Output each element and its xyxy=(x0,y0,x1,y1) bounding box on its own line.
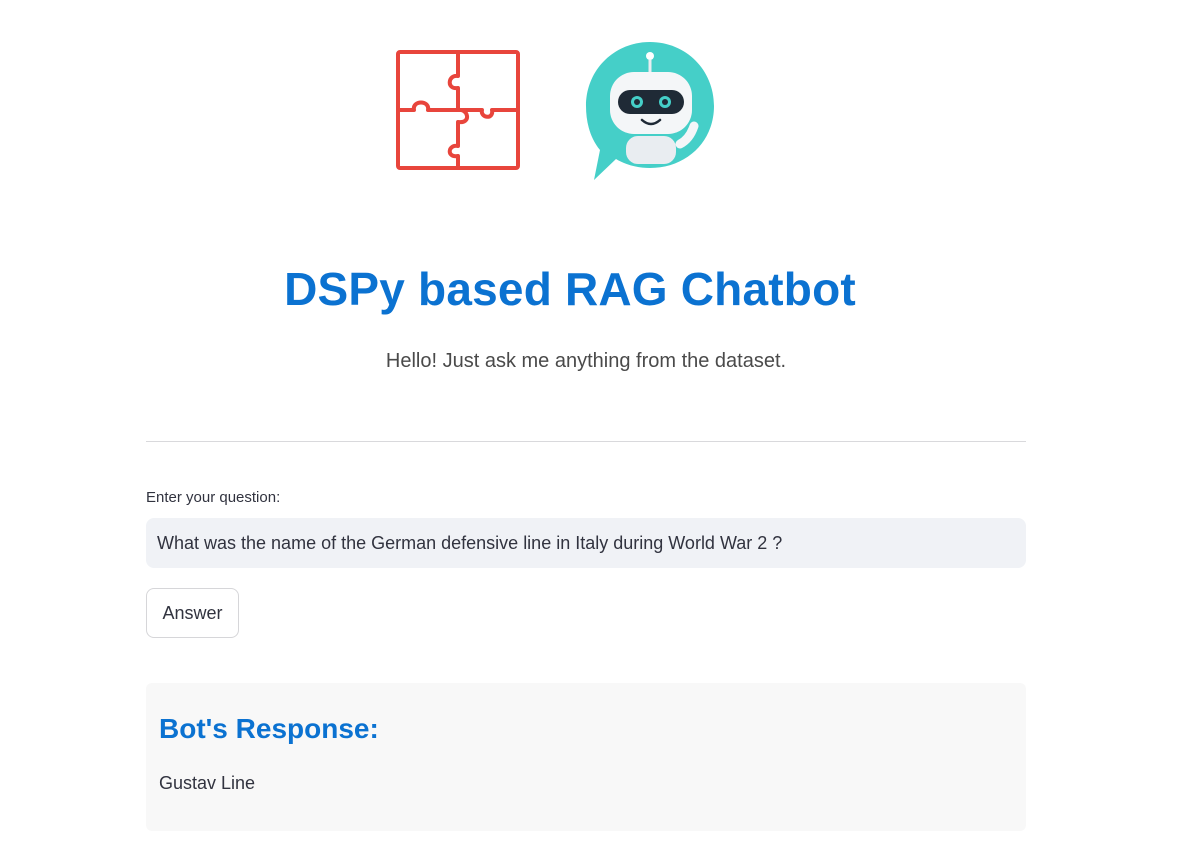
response-heading: Bot's Response: xyxy=(159,713,379,744)
page-subtitle: Hello! Just ask me anything from the dat… xyxy=(385,350,787,372)
page-title: DSPy based RAG Chatbot xyxy=(284,263,856,315)
response-text: Gustav Line xyxy=(159,773,256,793)
answer-button[interactable]: Answer xyxy=(146,588,239,638)
app-page: DSPy based RAG Chatbot Hello! Just ask m… xyxy=(0,0,1192,866)
response-box: Bot's Response: Gustav Line xyxy=(146,683,1026,831)
question-input[interactable] xyxy=(146,518,1026,568)
robot-chat-icon xyxy=(586,42,714,180)
divider xyxy=(146,441,1026,442)
question-label: Enter your question: xyxy=(146,489,281,506)
puzzle-icon xyxy=(396,50,520,170)
